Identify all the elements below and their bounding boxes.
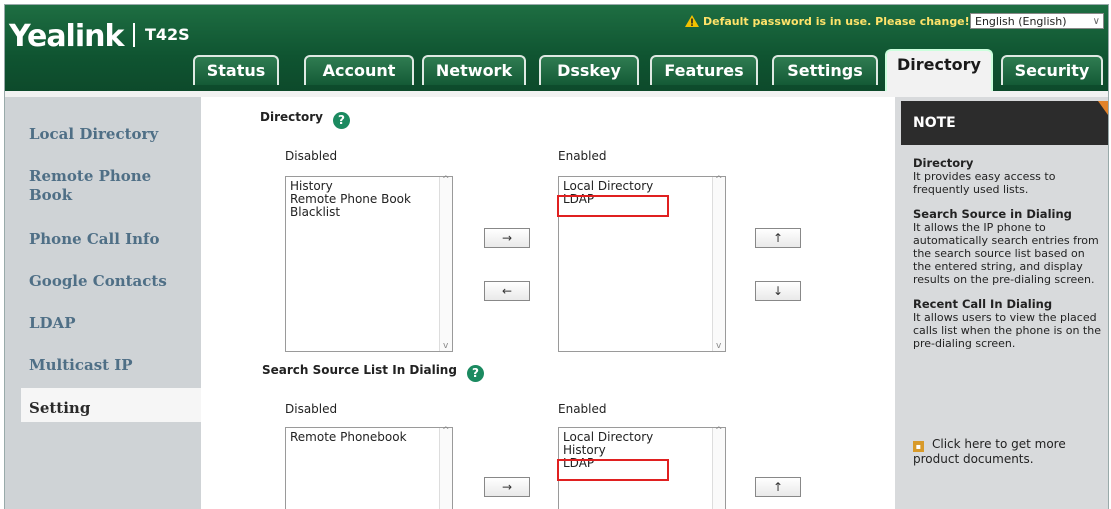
search-enabled-label: Enabled xyxy=(558,402,607,416)
tab-security[interactable]: Security xyxy=(1001,55,1103,85)
search-move-right-button[interactable]: → xyxy=(484,477,530,497)
default-password-warning[interactable]: Default password is in use. Please chang… xyxy=(685,15,970,28)
nav-google-contacts[interactable]: Google Contacts xyxy=(29,272,167,291)
logo-separator xyxy=(133,23,135,47)
note-text: It allows the IP phone to automatically … xyxy=(913,221,1099,286)
directory-disabled-list[interactable]: History Remote Phone Book Blacklist xyxy=(285,175,453,352)
search-source-title-text: Search Source List In Dialing xyxy=(262,363,457,377)
nav-multicast-ip[interactable]: Multicast IP xyxy=(29,356,133,375)
nav-setting[interactable]: Setting xyxy=(29,399,90,418)
directory-move-down-button[interactable]: ↓ xyxy=(755,281,801,301)
note-title: NOTE xyxy=(901,101,1108,145)
note-heading: Recent Call In Dialing xyxy=(913,297,1053,311)
search-source-section-title: Search Source List In Dialing? xyxy=(262,363,484,382)
tab-dsskey[interactable]: Dsskey xyxy=(539,55,639,85)
note-text: It provides easy access to frequently us… xyxy=(913,170,1056,196)
nav-remote-phone-book[interactable]: Remote Phone Book xyxy=(29,167,169,205)
tab-settings[interactable]: Settings xyxy=(772,55,878,85)
main-tabs: Status Account Network Dsskey Features S… xyxy=(5,49,1108,91)
model-name: T42S xyxy=(145,25,190,44)
directory-enabled-label: Enabled xyxy=(558,149,607,163)
note-panel: NOTE Directory It provides easy access t… xyxy=(895,97,1108,509)
scrollbar[interactable] xyxy=(712,175,725,351)
directory-move-up-button[interactable]: ↑ xyxy=(755,228,801,248)
note-heading: Search Source in Dialing xyxy=(913,207,1072,221)
tab-network[interactable]: Network xyxy=(422,55,526,85)
scrollbar[interactable] xyxy=(712,426,725,509)
scrollbar[interactable] xyxy=(439,175,452,351)
warning-text: Default password is in use. Please chang… xyxy=(703,15,970,28)
directory-disabled-label: Disabled xyxy=(285,149,338,163)
help-icon[interactable]: ? xyxy=(466,365,484,382)
directory-section-title: Directory? xyxy=(260,110,350,129)
directory-title-text: Directory xyxy=(260,110,323,124)
note-corner-fold xyxy=(1098,101,1108,115)
language-select[interactable]: English (English) ∨ xyxy=(970,13,1104,29)
directory-enabled-list[interactable]: Local Directory LDAP xyxy=(557,175,726,352)
tab-features[interactable]: Features xyxy=(650,55,758,85)
tab-directory[interactable]: Directory xyxy=(885,49,993,91)
product-documents-link[interactable]: ▪ Click here to get more product document… xyxy=(913,437,1098,467)
nav-local-directory[interactable]: Local Directory xyxy=(29,125,158,144)
language-value: English (English) xyxy=(975,15,1067,28)
tab-status[interactable]: Status xyxy=(193,55,279,85)
search-enabled-list[interactable]: Local Directory History LDAP xyxy=(557,426,726,509)
header-bar: Yealink T42S Default password is in use.… xyxy=(5,5,1108,91)
ldap-highlight-box xyxy=(557,195,669,217)
scrollbar[interactable] xyxy=(439,426,452,509)
document-icon: ▪ xyxy=(913,441,924,452)
directory-move-right-button[interactable]: → xyxy=(484,228,530,248)
search-disabled-label: Disabled xyxy=(285,402,338,416)
note-heading: Directory xyxy=(913,156,974,170)
list-item[interactable]: Blacklist xyxy=(290,206,340,219)
search-move-up-button[interactable]: ↑ xyxy=(755,477,801,497)
chevron-down-icon: ∨ xyxy=(1092,16,1100,27)
help-icon[interactable]: ? xyxy=(332,112,350,129)
warning-icon xyxy=(685,15,699,27)
note-body: Directory It provides easy access to fre… xyxy=(913,157,1105,362)
nav-ldap[interactable]: LDAP xyxy=(29,314,75,333)
tab-account[interactable]: Account xyxy=(304,55,414,85)
main-content: Directory? Disabled Enabled History Remo… xyxy=(201,97,895,509)
ldap-highlight-box xyxy=(557,459,669,481)
note-text: It allows users to view the placed calls… xyxy=(913,311,1101,350)
left-nav: Local Directory Remote Phone Book Phone … xyxy=(5,97,201,509)
product-documents-text[interactable]: Click here to get more product documents… xyxy=(913,437,1066,466)
nav-phone-call-info[interactable]: Phone Call Info xyxy=(29,230,160,249)
directory-move-left-button[interactable]: ← xyxy=(484,281,530,301)
list-item[interactable]: Remote Phonebook xyxy=(290,431,407,444)
search-disabled-list[interactable]: Remote Phonebook xyxy=(285,426,453,509)
web-ui-frame: Yealink T42S Default password is in use.… xyxy=(4,4,1109,509)
